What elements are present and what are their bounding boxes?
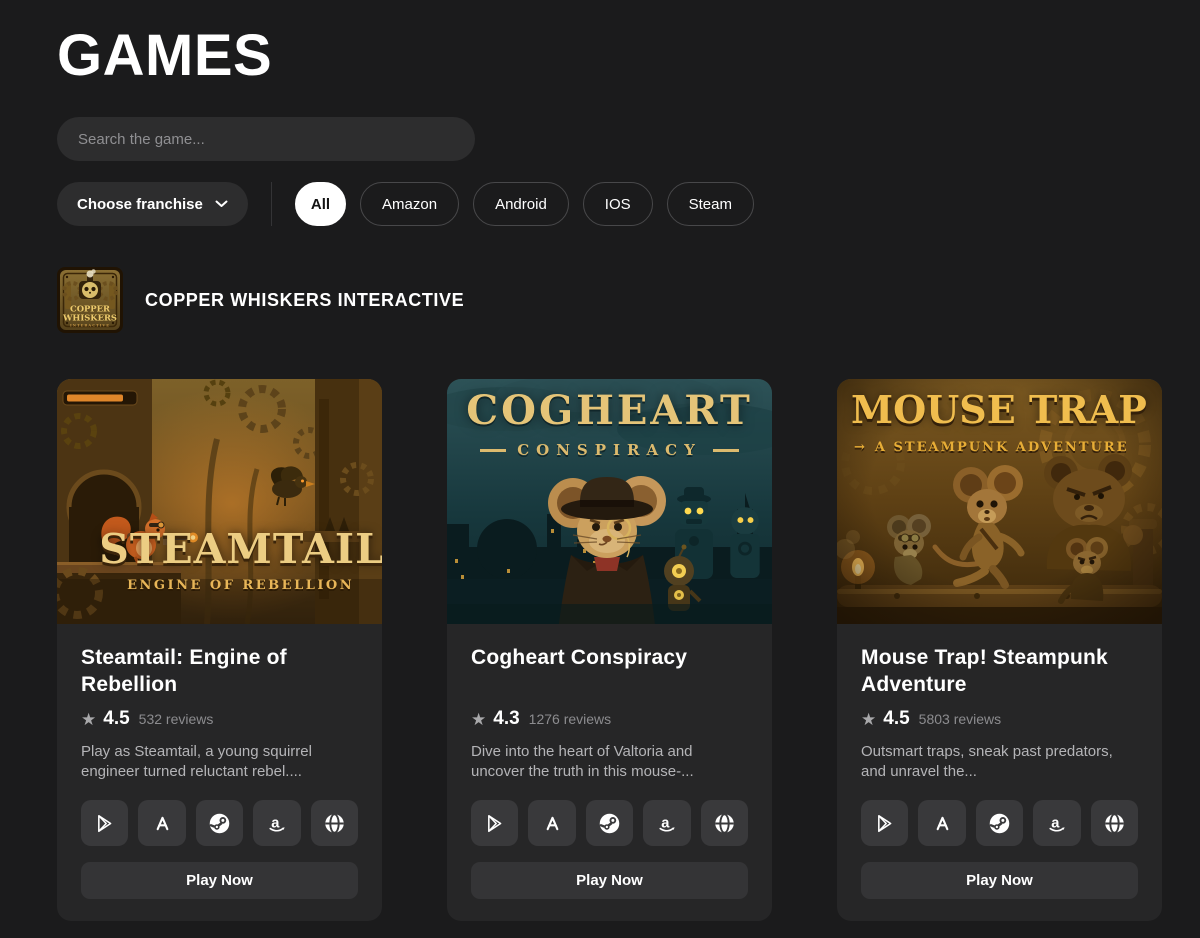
google-play-button[interactable]: [471, 800, 518, 846]
search-input[interactable]: [57, 117, 475, 161]
app-store-icon: [152, 813, 173, 834]
platform-buttons: [471, 800, 748, 846]
publisher-logo-image: COPPER WHISKERS INTERACTIVE: [57, 267, 123, 333]
filter-row: Choose franchise All Amazon Android IOS …: [57, 182, 1162, 226]
choose-franchise-label: Choose franchise: [77, 196, 203, 213]
chevron-down-icon: [215, 200, 228, 208]
svg-text:INTERACTIVE: INTERACTIVE: [70, 324, 110, 328]
rating-value: 4.3: [493, 708, 519, 730]
star-icon: ★: [471, 711, 486, 728]
amazon-icon: [1046, 813, 1067, 834]
rating-value: 4.5: [883, 708, 909, 730]
mouse-trap-cover-art: [837, 379, 1162, 624]
search-bar: [57, 117, 1162, 161]
app-store-icon: [932, 813, 953, 834]
web-icon: [324, 813, 345, 834]
publisher-logo[interactable]: COPPER WHISKERS INTERACTIVE: [57, 267, 123, 333]
web-button[interactable]: [311, 800, 358, 846]
rating-row: ★ 4.5 532 reviews: [81, 708, 358, 730]
web-button[interactable]: [1091, 800, 1138, 846]
divider: [271, 182, 272, 226]
app-store-button[interactable]: [528, 800, 575, 846]
app-store-button[interactable]: [918, 800, 965, 846]
amazon-button[interactable]: [253, 800, 300, 846]
game-cover[interactable]: MOUSE TRAP → A STEAMPUNK ADVENTURE: [837, 379, 1162, 624]
game-card-mouse-trap: MOUSE TRAP → A STEAMPUNK ADVENTURE Mouse…: [837, 379, 1162, 921]
google-play-icon: [874, 813, 895, 834]
play-now-button[interactable]: Play Now: [81, 862, 358, 899]
web-button[interactable]: [701, 800, 748, 846]
app-store-icon: [542, 813, 563, 834]
game-cover[interactable]: COGHEART CONSPIRACY: [447, 379, 772, 624]
cogheart-cover-art: [447, 379, 772, 624]
star-icon: ★: [861, 711, 876, 728]
review-count: 532 reviews: [139, 711, 214, 727]
game-description: Play as Steamtail, a young squirrel engi…: [81, 742, 358, 782]
games-page: GAMES Choose franchise All Amazon Androi…: [0, 0, 1200, 921]
rating-value: 4.5: [103, 708, 129, 730]
game-description: Outsmart traps, sneak past predators, an…: [861, 742, 1138, 782]
steam-button[interactable]: [196, 800, 243, 846]
steam-button[interactable]: [586, 800, 633, 846]
choose-franchise-button[interactable]: Choose franchise: [57, 182, 248, 226]
page-title: GAMES: [57, 26, 1162, 86]
amazon-icon: [266, 813, 287, 834]
card-body: Mouse Trap! Steampunk Adventure ★ 4.5 58…: [837, 624, 1162, 921]
rating-row: ★ 4.3 1276 reviews: [471, 708, 748, 730]
card-body: Cogheart Conspiracy ★ 4.3 1276 reviews D…: [447, 624, 772, 921]
game-description: Dive into the heart of Valtoria and unco…: [471, 742, 748, 782]
review-count: 5803 reviews: [919, 711, 1002, 727]
play-now-button[interactable]: Play Now: [861, 862, 1138, 899]
steam-icon: [989, 813, 1010, 834]
filter-pill-android[interactable]: Android: [473, 182, 569, 226]
amazon-icon: [656, 813, 677, 834]
game-card-grid: STEAMTAIL ENGINE OF REBELLION Steamtail:…: [57, 379, 1162, 921]
filter-pill-ios[interactable]: IOS: [583, 182, 653, 226]
game-title: Steamtail: Engine of Rebellion: [81, 644, 358, 698]
card-body: Steamtail: Engine of Rebellion ★ 4.5 532…: [57, 624, 382, 921]
app-store-button[interactable]: [138, 800, 185, 846]
publisher-name: COPPER WHISKERS INTERACTIVE: [145, 290, 464, 311]
game-title: Cogheart Conspiracy: [471, 644, 748, 698]
amazon-button[interactable]: [643, 800, 690, 846]
rating-row: ★ 4.5 5803 reviews: [861, 708, 1138, 730]
steam-icon: [209, 813, 230, 834]
google-play-button[interactable]: [81, 800, 128, 846]
review-count: 1276 reviews: [529, 711, 612, 727]
steam-icon: [599, 813, 620, 834]
game-card-steamtail: STEAMTAIL ENGINE OF REBELLION Steamtail:…: [57, 379, 382, 921]
game-cover[interactable]: STEAMTAIL ENGINE OF REBELLION: [57, 379, 382, 624]
star-icon: ★: [81, 711, 96, 728]
game-card-cogheart: COGHEART CONSPIRACY Cogheart Conspiracy …: [447, 379, 772, 921]
amazon-button[interactable]: [1033, 800, 1080, 846]
platform-buttons: [861, 800, 1138, 846]
steam-button[interactable]: [976, 800, 1023, 846]
web-icon: [1104, 813, 1125, 834]
google-play-icon: [484, 813, 505, 834]
steamtail-cover-art: [57, 379, 382, 624]
web-icon: [714, 813, 735, 834]
filter-pill-steam[interactable]: Steam: [667, 182, 754, 226]
filter-pill-all[interactable]: All: [295, 182, 346, 226]
filter-pill-amazon[interactable]: Amazon: [360, 182, 459, 226]
svg-text:WHISKERS: WHISKERS: [62, 313, 117, 323]
play-now-button[interactable]: Play Now: [471, 862, 748, 899]
game-title: Mouse Trap! Steampunk Adventure: [861, 644, 1138, 698]
platform-buttons: [81, 800, 358, 846]
google-play-icon: [94, 813, 115, 834]
google-play-button[interactable]: [861, 800, 908, 846]
publisher-row: COPPER WHISKERS INTERACTIVE COPPER WHISK…: [57, 267, 1162, 333]
